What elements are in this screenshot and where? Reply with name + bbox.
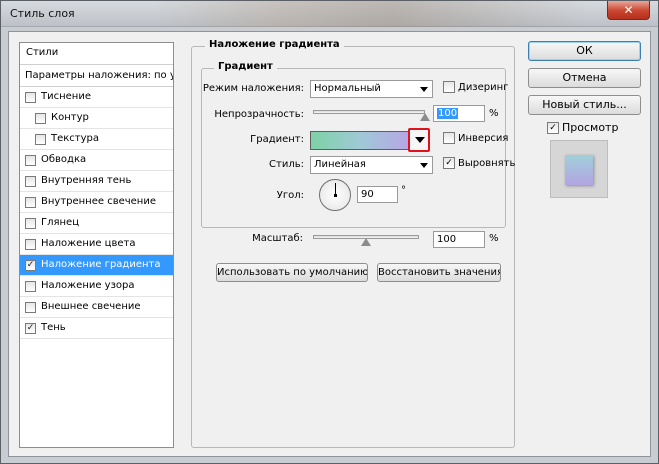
chevron-down-icon [415,137,425,143]
group-title: Наложение градиента [205,39,344,50]
angle-dial-icon[interactable] [319,179,351,211]
gradient-label: Градиент: [250,134,304,145]
style-checkbox[interactable] [25,155,36,166]
preview-swatch [565,155,593,185]
opacity-slider[interactable] [313,110,425,114]
style-item-label: Внешнее свечение [41,301,141,312]
style-item-label: Тень [41,322,66,333]
style-checkbox[interactable] [25,239,36,250]
style-item[interactable]: ✓ Наложение градиента [20,255,173,276]
chevron-down-icon [420,87,428,92]
gradient-picker-button[interactable] [408,128,430,152]
style-label: Стиль: [269,159,304,170]
scale-unit: % [489,233,499,244]
chevron-down-icon [420,163,428,168]
preview-checkbox[interactable]: ✓ Просмотр [547,121,618,134]
style-select[interactable]: Линейная [310,156,433,174]
blend-mode-label: Режим наложения: [202,83,304,94]
style-item[interactable]: Тиснение [20,87,173,108]
style-checkbox[interactable] [25,197,36,208]
style-checkbox[interactable] [25,218,36,229]
style-item[interactable]: Наложение узора [20,276,173,297]
dialog-client: Стили Параметры наложения: по ум Тиснени… [8,31,651,457]
ok-button[interactable]: ОК [528,41,641,61]
gradient-overlay-group: Наложение градиента Градиент Режим налож… [191,39,515,448]
style-item-label: Обводка [41,154,87,165]
preview-label: Просмотр [562,121,619,134]
scale-label: Масштаб: [252,233,303,244]
scale-value: 100 [437,234,457,245]
checkmark-icon[interactable]: ✓ [25,260,36,271]
style-checkbox[interactable] [25,176,36,187]
style-item[interactable]: Текстура [20,129,173,150]
blending-options-item[interactable]: Параметры наложения: по ум [20,65,173,87]
blend-mode-value: Нормальный [314,83,381,94]
align-check-box[interactable]: ✓ [443,157,455,169]
dither-check-box[interactable] [443,81,455,93]
style-item-label: Текстура [51,133,100,144]
style-checkbox[interactable] [35,134,46,145]
close-button[interactable]: ✕ [607,1,650,20]
reverse-label: Инверсия [458,133,509,144]
opacity-input[interactable]: 100 [433,105,485,122]
dither-checkbox[interactable]: Дизеринг [443,81,508,93]
gradient-preview[interactable] [310,131,410,150]
layer-style-dialog: Стиль слоя ✕ Стили Параметры наложения: … [0,0,659,464]
opacity-value: 100 [437,108,459,119]
checkmark-icon[interactable]: ✓ [25,323,36,334]
angle-input[interactable]: 90 [357,186,398,203]
style-item[interactable]: Внутренняя тень [20,171,173,192]
style-checkbox[interactable] [35,113,46,124]
style-item-label: Внутренняя тень [41,175,132,186]
styles-header[interactable]: Стили [20,43,173,65]
style-item[interactable]: ✓ Тень [20,318,173,339]
opacity-slider-thumb[interactable] [420,113,430,121]
style-item[interactable]: Внешнее свечение [20,297,173,318]
scale-slider-thumb[interactable] [361,238,371,246]
preview-check-box[interactable]: ✓ [547,122,559,134]
style-item-label: Тиснение [41,91,91,102]
style-checkbox[interactable] [25,92,36,103]
style-items: Тиснение Контур Текстура Обводка Внутренняя … [20,87,173,339]
angle-center [334,194,337,197]
style-item-label: Наложение узора [41,280,135,291]
make-default-button[interactable]: Использовать по умолчанию [216,263,368,282]
style-item[interactable]: Обводка [20,150,173,171]
style-item[interactable]: Контур [20,108,173,129]
style-item[interactable]: Наложение цвета [20,234,173,255]
blend-mode-select[interactable]: Нормальный [310,80,433,98]
style-item-label: Наложение градиента [41,259,161,270]
subgroup-title: Градиент [214,61,277,72]
reverse-checkbox[interactable]: Инверсия [443,132,508,144]
style-checkbox[interactable] [25,302,36,313]
style-item-label: Внутреннее свечение [41,196,156,207]
cancel-button[interactable]: Отмена [528,68,641,88]
title-bar-background [151,1,591,27]
style-item[interactable]: Глянец [20,213,173,234]
reset-default-button[interactable]: Восстановить значения п [377,263,501,282]
title-bar[interactable]: Стиль слоя ✕ [1,1,658,27]
new-style-button[interactable]: Новый стиль... [528,95,641,115]
style-item-label: Наложение цвета [41,238,136,249]
opacity-unit: % [489,108,499,119]
style-item-label: Глянец [41,217,80,228]
reverse-check-box[interactable] [443,132,455,144]
opacity-label: Непрозрачность: [214,109,304,120]
dither-label: Дизеринг [458,82,509,93]
style-preview [550,140,608,198]
close-icon: ✕ [623,3,634,17]
angle-label: Угол: [276,190,304,201]
angle-unit: ° [401,185,406,196]
angle-value: 90 [361,189,374,200]
style-value: Линейная [314,159,366,170]
style-checkbox[interactable] [25,281,36,292]
style-item[interactable]: Внутреннее свечение [20,192,173,213]
window-title: Стиль слоя [10,7,75,20]
style-item-label: Контур [51,112,89,123]
styles-list: Стили Параметры наложения: по ум Тиснени… [19,42,174,448]
align-label: Выровнять [458,158,516,169]
align-checkbox[interactable]: ✓ Выровнять [443,157,515,169]
scale-input[interactable]: 100 [433,231,485,248]
gradient-subgroup: Градиент Режим наложения: Нормальный Диз… [201,61,515,228]
